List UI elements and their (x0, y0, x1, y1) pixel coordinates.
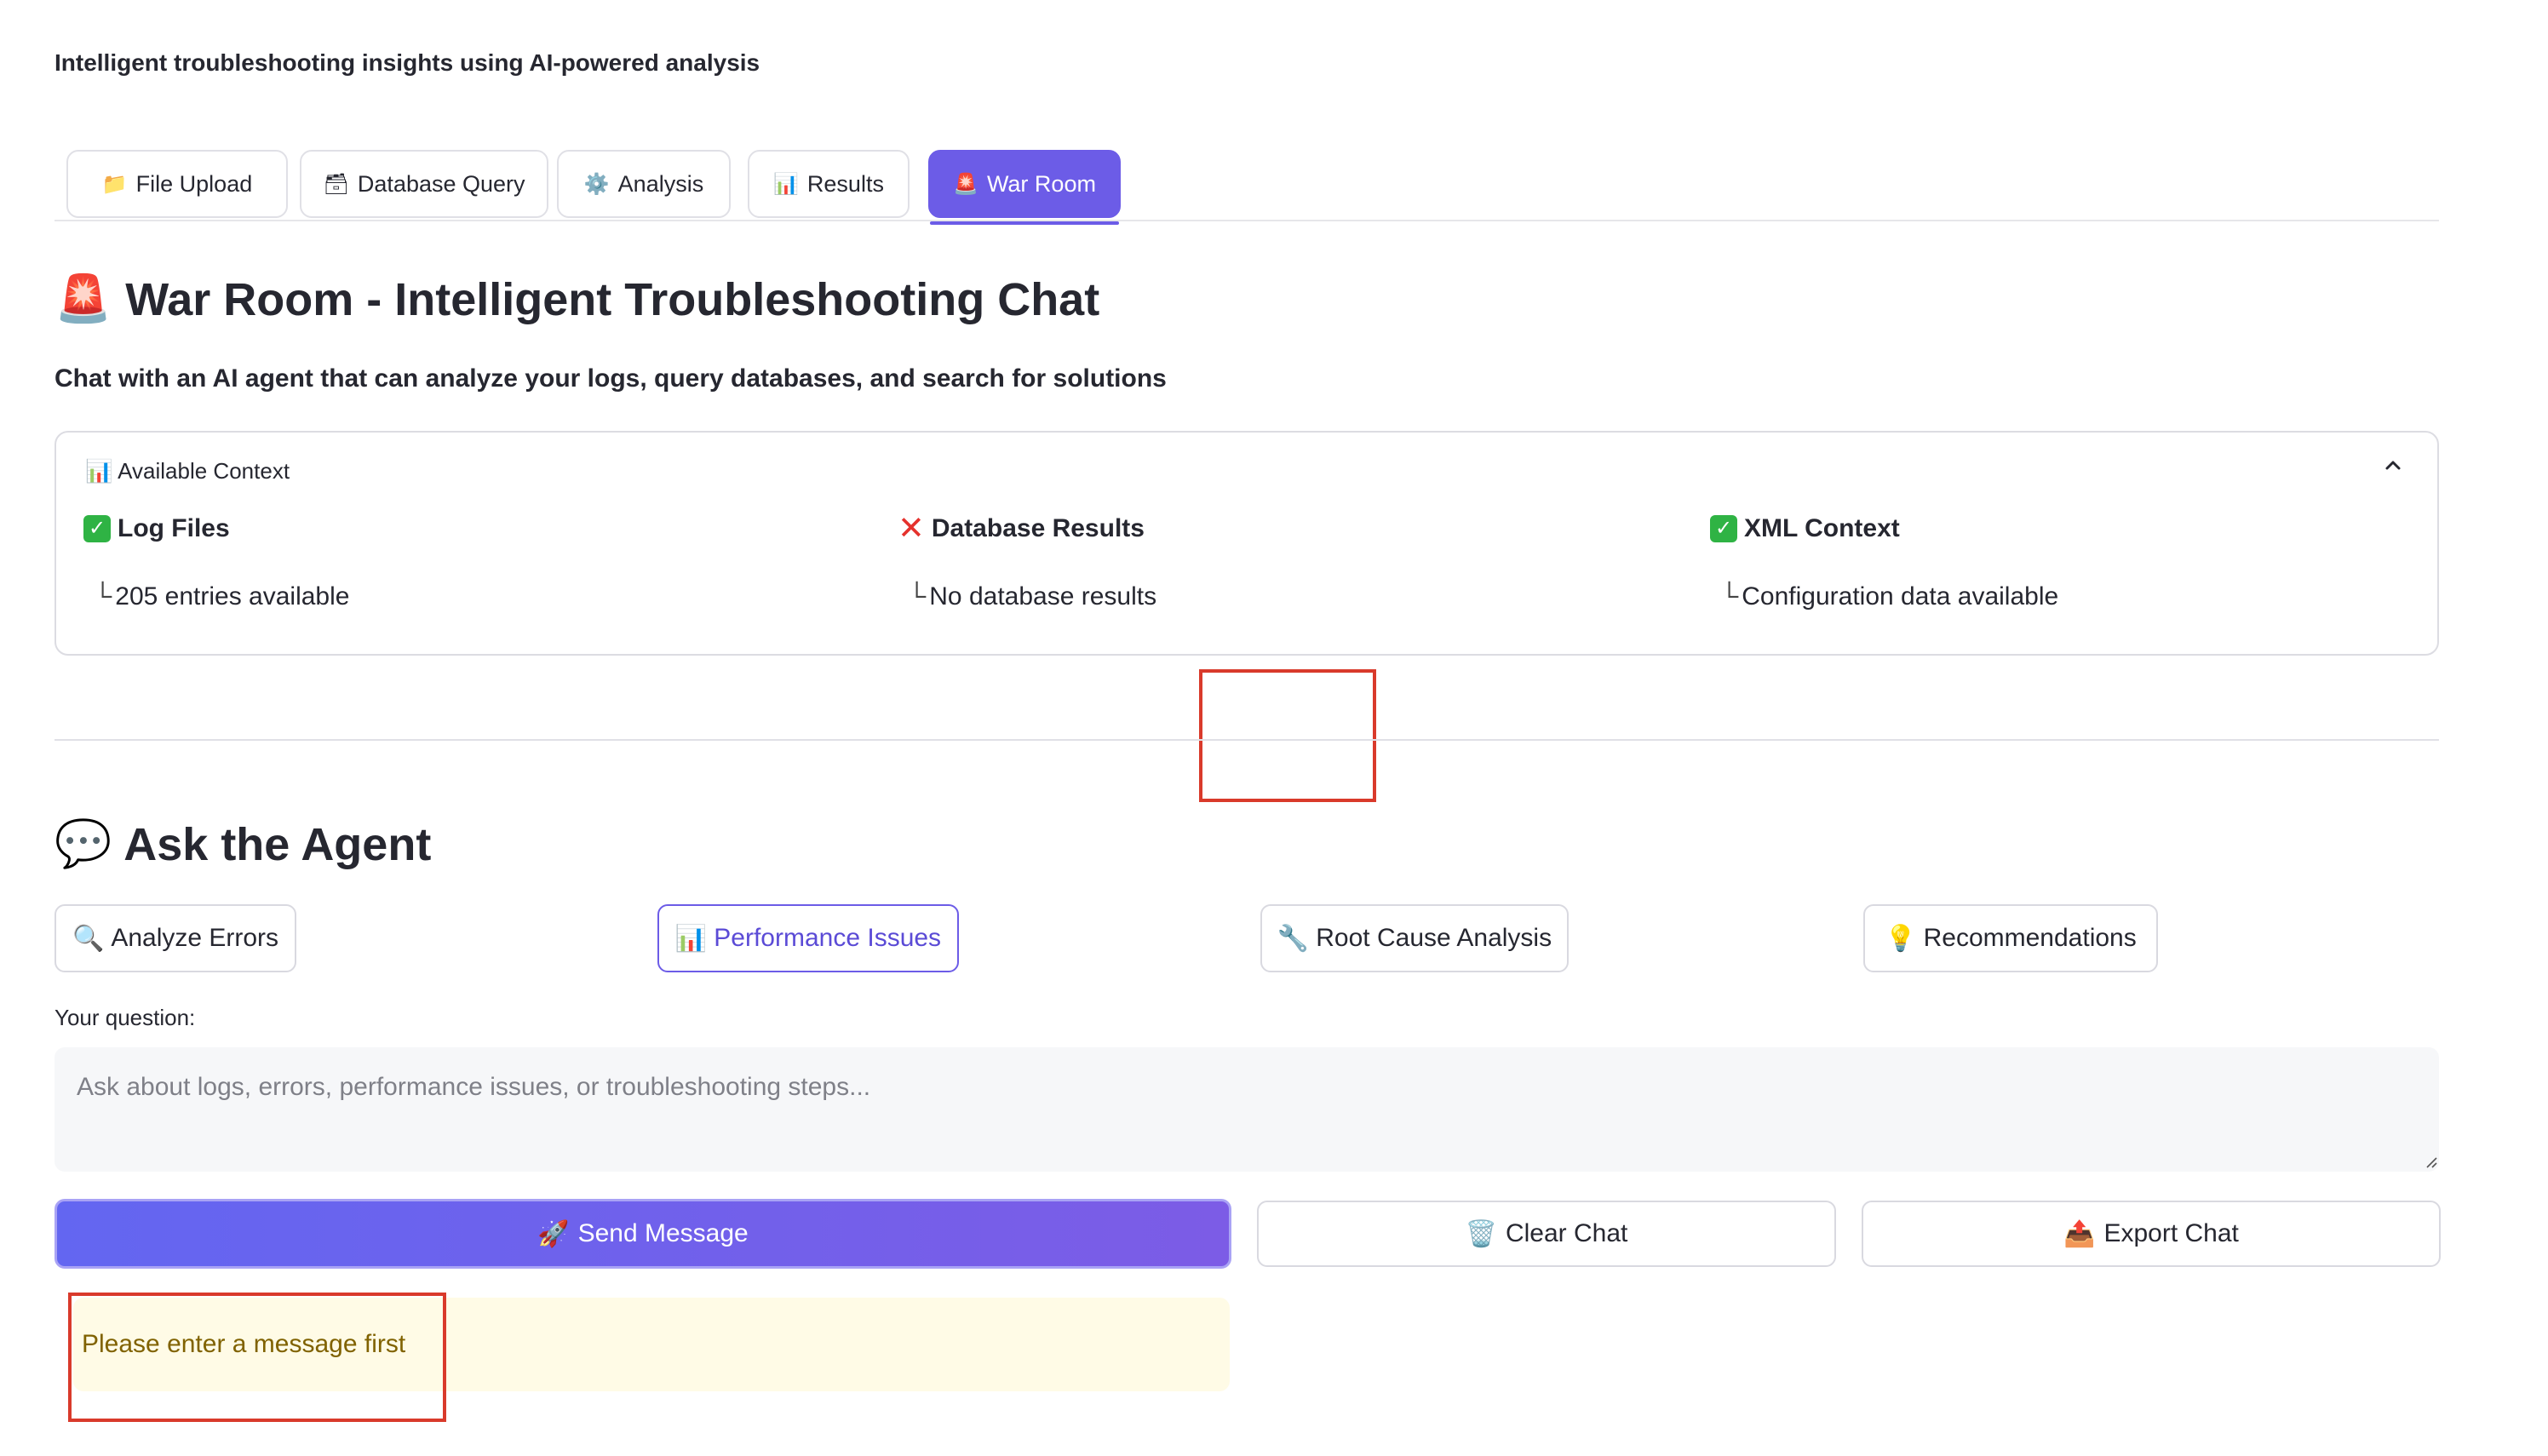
speech-bubble-icon: 💬 (55, 818, 112, 869)
active-tab-indicator (930, 221, 1119, 225)
rocket-icon: 🚀 (537, 1219, 570, 1248)
context-item-xml-context: ✓ XML Context └ Configuration data avail… (1710, 514, 2058, 611)
section-divider (55, 739, 2439, 741)
page-subtitle: Intelligent troubleshooting insights usi… (55, 49, 760, 76)
performance-issues-button[interactable]: 📊 Performance Issues (657, 904, 959, 972)
resize-grip-icon[interactable] (2424, 1155, 2437, 1168)
tab-results[interactable]: 📊 Results (748, 150, 910, 218)
context-item-detail: Configuration data available (1742, 582, 2059, 610)
page-title: 🚨 War Room - Intelligent Troubleshooting… (55, 272, 1099, 326)
page-description: Chat with an AI agent that can analyze y… (55, 364, 1167, 393)
tree-branch-icon: └ (1720, 582, 1739, 610)
page-title-text: War Room - Intelligent Troubleshooting C… (125, 273, 1100, 325)
highlight-box (68, 1293, 446, 1422)
cross-icon: ✕ (898, 511, 925, 547)
tree-branch-icon: └ (94, 582, 112, 610)
bar-chart-icon: 📊 (674, 924, 708, 953)
button-label: Clear Chat (1505, 1219, 1628, 1247)
button-label: Recommendations (1923, 924, 2137, 952)
button-label: Analyze Errors (111, 924, 279, 952)
question-label: Your question: (55, 1005, 196, 1030)
question-input[interactable] (55, 1047, 2439, 1172)
export-chat-button[interactable]: 📤 Export Chat (1862, 1201, 2441, 1267)
tab-label: Database Query (357, 170, 525, 197)
outbox-icon: 📤 (2063, 1219, 2096, 1248)
chevron-up-icon[interactable] (2383, 455, 2403, 482)
root-cause-analysis-button[interactable]: 🔧 Root Cause Analysis (1260, 904, 1569, 972)
tab-database-query[interactable]: 🗃 Database Query (300, 150, 548, 218)
clear-chat-button[interactable]: 🗑️ Clear Chat (1257, 1201, 1836, 1267)
tab-file-upload[interactable]: 📁 File Upload (66, 150, 288, 218)
expander-title: Available Context (118, 458, 290, 484)
section-title-ask-agent: 💬 Ask the Agent (55, 817, 431, 871)
database-icon: 🗃 (323, 172, 349, 196)
folder-icon: 📁 (101, 172, 128, 196)
tab-analysis[interactable]: ⚙️ Analysis (557, 150, 731, 218)
tab-war-room[interactable]: 🚨 War Room (928, 150, 1121, 225)
tab-label: Analysis (617, 170, 704, 197)
available-context-expander[interactable]: 📊 Available Context ✓ Log Files └ 205 en… (55, 431, 2439, 656)
section-title-text: Ask the Agent (123, 818, 432, 870)
gear-icon: ⚙️ (583, 172, 610, 196)
send-message-button[interactable]: 🚀 Send Message (55, 1199, 1231, 1269)
button-label: Root Cause Analysis (1316, 924, 1552, 952)
context-item-title: Log Files (118, 514, 230, 542)
context-item-database-results: ✕ Database Results └ No database results (898, 511, 1157, 611)
context-item-detail: No database results (929, 582, 1157, 610)
wrench-icon: 🔧 (1277, 924, 1310, 953)
check-icon: ✓ (1710, 515, 1737, 542)
trash-icon: 🗑️ (1465, 1219, 1497, 1248)
bar-chart-icon: 📊 (773, 172, 799, 196)
context-item-detail: 205 entries available (115, 582, 350, 610)
tab-bar: 📁 File Upload 🗃 Database Query ⚙️ Analys… (55, 146, 2439, 225)
siren-icon: 🚨 (953, 172, 978, 196)
button-label: Performance Issues (714, 924, 942, 952)
expander-header[interactable]: 📊 Available Context (85, 458, 290, 484)
tree-branch-icon: └ (908, 582, 927, 610)
lightbulb-icon: 💡 (1885, 924, 1917, 953)
magnifier-icon: 🔍 (72, 924, 105, 953)
tab-label: Results (806, 170, 884, 197)
check-icon: ✓ (83, 515, 111, 542)
context-item-title: Database Results (931, 514, 1145, 542)
button-label: Export Chat (2103, 1219, 2239, 1247)
context-item-title: XML Context (1744, 514, 1900, 542)
highlight-box (1199, 669, 1376, 802)
analyze-errors-button[interactable]: 🔍 Analyze Errors (55, 904, 296, 972)
context-item-log-files: ✓ Log Files └ 205 entries available (83, 514, 349, 611)
siren-icon: 🚨 (55, 273, 112, 324)
bar-chart-icon: 📊 (85, 458, 113, 484)
recommendations-button[interactable]: 💡 Recommendations (1863, 904, 2158, 972)
button-label: Send Message (577, 1219, 749, 1247)
tab-label: File Upload (135, 170, 253, 197)
tab-label: War Room (986, 170, 1096, 197)
